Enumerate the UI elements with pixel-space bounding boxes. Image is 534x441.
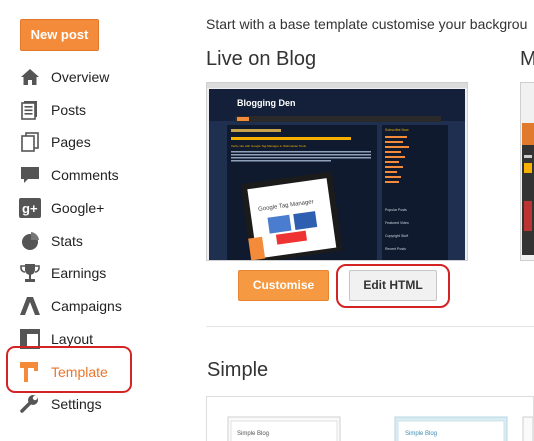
customise-button[interactable]: Customise bbox=[238, 270, 329, 301]
sidebar-item-campaigns[interactable]: Campaigns bbox=[18, 292, 188, 320]
sidebar-item-overview[interactable]: Overview bbox=[18, 63, 188, 91]
template-intro-text: Start with a base template customise you… bbox=[206, 16, 528, 32]
sidebar-item-google-plus[interactable]: g+ Google+ bbox=[18, 194, 188, 222]
simple-section-title: Simple bbox=[207, 359, 269, 381]
sidebar-item-label: Overview bbox=[51, 69, 110, 85]
live-on-blog-title: Live on Blog bbox=[206, 48, 317, 70]
preview-side-item: Recent Posts bbox=[385, 247, 406, 251]
pages-icon bbox=[18, 131, 42, 153]
preview-image: Blogging Den Verify site with Google Tag… bbox=[207, 83, 467, 260]
wrench-icon bbox=[18, 393, 42, 415]
mobile-preview-image bbox=[521, 83, 534, 260]
posts-icon bbox=[18, 99, 42, 121]
svg-text:g+: g+ bbox=[22, 201, 38, 216]
sidebar-item-label: Earnings bbox=[51, 265, 107, 281]
stats-icon bbox=[18, 230, 42, 252]
live-template-preview[interactable]: Blogging Den Verify site with Google Tag… bbox=[206, 82, 468, 261]
sidebar-item-stats[interactable]: Stats bbox=[18, 227, 188, 255]
simple-thumb-title: Simple Blog bbox=[405, 431, 437, 437]
sidebar-item-pages[interactable]: Pages bbox=[18, 128, 188, 156]
sidebar: New post Overview Posts Pages Comments g… bbox=[0, 0, 190, 441]
preview-post-title: Verify site with Google Tag Manager in W… bbox=[231, 144, 307, 148]
simple-thumbnails: Simple Blog Simple Blog bbox=[227, 416, 533, 441]
trophy-icon bbox=[18, 262, 42, 284]
preview-side-item: Popular Posts bbox=[385, 208, 407, 212]
sidebar-item-label: Campaigns bbox=[51, 298, 122, 314]
sidebar-item-label: Posts bbox=[51, 102, 87, 118]
simple-thumb-title: Simple Blog bbox=[237, 431, 269, 437]
home-icon bbox=[18, 66, 42, 88]
campaigns-icon bbox=[18, 295, 42, 317]
sidebar-item-label: Google+ bbox=[51, 200, 105, 216]
mobile-title-partial: M bbox=[520, 48, 534, 70]
preview-blog-title: Blogging Den bbox=[237, 98, 296, 108]
sidebar-item-comments[interactable]: Comments bbox=[18, 161, 188, 189]
sidebar-item-posts[interactable]: Posts bbox=[18, 96, 188, 124]
sidebar-item-settings[interactable]: Settings bbox=[18, 390, 188, 418]
preview-side-heading: Subscribe Now bbox=[385, 128, 409, 132]
sidebar-item-label: Stats bbox=[51, 233, 83, 249]
preview-side-item: Copyright Stuff bbox=[385, 234, 408, 238]
simple-templates-strip: Simple Blog Simple Blog bbox=[206, 396, 534, 441]
sidebar-item-label: Settings bbox=[51, 396, 102, 412]
comments-icon bbox=[18, 164, 42, 186]
mobile-template-preview[interactable] bbox=[520, 82, 534, 261]
template-highlight-annotation bbox=[6, 346, 132, 393]
sidebar-item-earnings[interactable]: Earnings bbox=[18, 259, 188, 287]
sidebar-item-label: Layout bbox=[51, 331, 94, 347]
google-plus-icon: g+ bbox=[18, 197, 42, 219]
sidebar-item-label: Pages bbox=[51, 134, 91, 150]
edit-html-highlight-annotation bbox=[336, 264, 450, 308]
new-post-button[interactable]: New post bbox=[20, 19, 99, 51]
section-divider bbox=[206, 326, 534, 327]
sidebar-item-label: Comments bbox=[51, 167, 119, 183]
preview-side-item: Featured Video bbox=[385, 221, 409, 225]
